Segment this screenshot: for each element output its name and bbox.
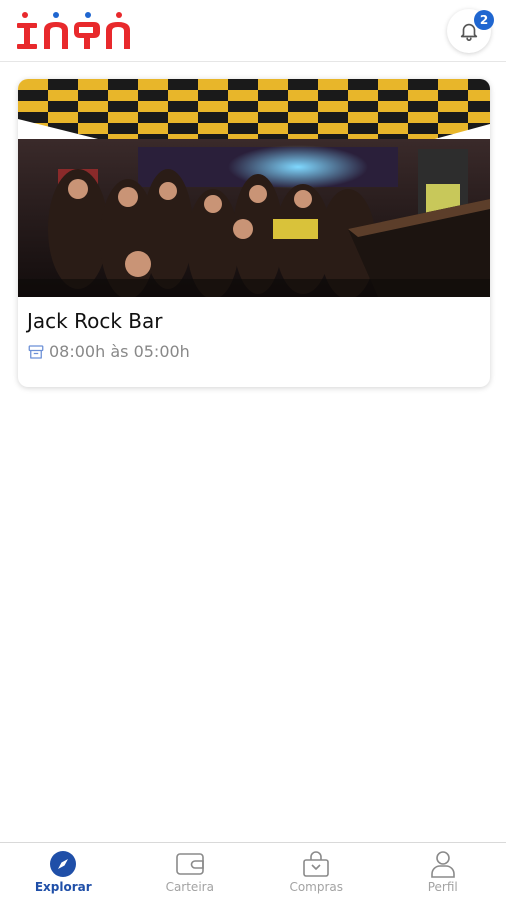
app-screen: 2 Jack Rock Bar 08:00h às 05:00h Explora… bbox=[0, 0, 506, 900]
nav-compras[interactable]: Compras bbox=[253, 843, 380, 900]
nav-label: Explorar bbox=[34, 880, 92, 894]
user-icon bbox=[428, 850, 458, 878]
venue-hours-text: 08:00h às 05:00h bbox=[49, 342, 190, 361]
venue-name: Jack Rock Bar bbox=[27, 309, 163, 333]
wallet-icon bbox=[175, 850, 205, 878]
compass-icon bbox=[48, 850, 78, 878]
nav-label: Carteira bbox=[165, 880, 214, 894]
store-icon bbox=[28, 344, 44, 359]
nav-perfil[interactable]: Perfil bbox=[380, 843, 506, 900]
shopping-bag-icon bbox=[301, 850, 331, 878]
nav-carteira[interactable]: Carteira bbox=[127, 843, 254, 900]
venue-hours: 08:00h às 05:00h bbox=[27, 342, 190, 361]
top-bar: 2 bbox=[0, 0, 506, 62]
nav-label: Compras bbox=[289, 880, 344, 894]
nav-explorar[interactable]: Explorar bbox=[0, 843, 127, 900]
brand-logo bbox=[17, 12, 130, 49]
nav-label: Perfil bbox=[427, 880, 458, 894]
bottom-navigation: Explorar Carteira Compras Perfil bbox=[0, 842, 506, 900]
notification-badge: 2 bbox=[474, 10, 494, 30]
venue-card[interactable]: Jack Rock Bar 08:00h às 05:00h bbox=[18, 79, 490, 387]
venue-photo bbox=[18, 79, 490, 297]
